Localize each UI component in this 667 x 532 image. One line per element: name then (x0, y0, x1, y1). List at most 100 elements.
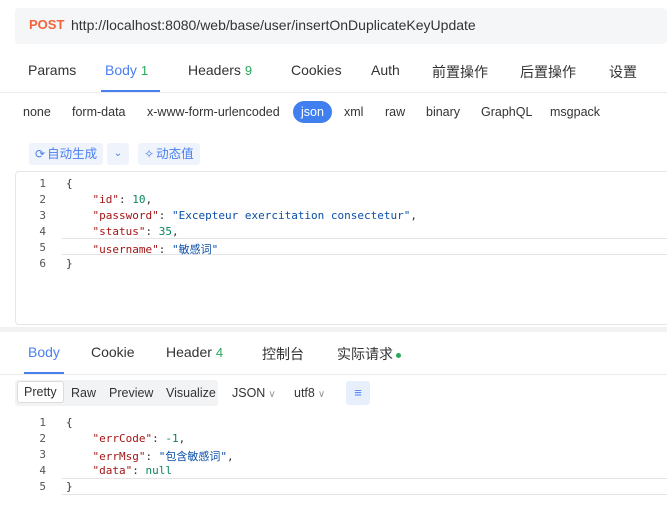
magic-wand-icon: ✧ (144, 147, 155, 161)
code-line: } (66, 480, 73, 493)
code-line: "errCode": -1, (92, 432, 186, 445)
auto-generate-label: 自动生成 (47, 147, 98, 161)
line-number: 3 (39, 209, 46, 222)
response-tabs-divider (0, 374, 667, 375)
chevron-down-icon: ∨ (268, 389, 276, 400)
body-type-raw[interactable]: raw (385, 105, 405, 119)
brace: } (66, 257, 73, 270)
line-number: 4 (39, 464, 46, 477)
json-value: 35 (158, 225, 172, 238)
body-type-form-data[interactable]: form-data (72, 105, 126, 119)
body-type-none[interactable]: none (23, 105, 51, 119)
response-tab-body[interactable]: Body (28, 344, 60, 360)
json-key: "password" (92, 209, 159, 222)
wrap-lines-icon: ≡ (354, 385, 362, 400)
chevron-down-icon: ∨ (317, 389, 326, 400)
code-line: "username": "敏感词" (92, 243, 219, 256)
tab-headers-label: Headers (188, 62, 241, 78)
tab-auth-label: Auth (371, 62, 400, 78)
auto-generate-dropdown[interactable]: ⌄ (107, 143, 129, 165)
refresh-icon: ⟳ (35, 147, 46, 161)
line-number: 5 (39, 241, 46, 254)
line-number: 3 (39, 448, 46, 461)
response-tab-cookie[interactable]: Cookie (91, 344, 135, 360)
tab-body-count: 1 (140, 63, 149, 78)
line-number: 4 (39, 225, 46, 238)
view-visualize[interactable]: Visualize (166, 386, 216, 400)
code-line: { (66, 416, 73, 429)
line-number: 1 (39, 177, 46, 190)
auto-generate-button[interactable]: ⟳ 自动生成 (29, 143, 104, 165)
body-type-json[interactable]: json (293, 101, 332, 123)
chevron-down-icon: ⌄ (113, 148, 123, 159)
tab-params-label: Params (28, 62, 77, 78)
view-raw[interactable]: Raw (71, 386, 96, 400)
encoding-select[interactable]: utf8 ∨ (294, 386, 325, 400)
brace: { (66, 177, 73, 190)
tab-headers[interactable]: Headers 9 (188, 62, 252, 78)
json-value: 10 (132, 193, 146, 206)
pane-resize-handle[interactable] (0, 327, 667, 332)
json-value: "Excepteur exercitation consectetur" (171, 209, 411, 222)
tab-body-label: Body (105, 62, 137, 78)
line-number: 2 (39, 432, 46, 445)
json-key: "errMsg" (92, 450, 146, 463)
json-value: null (145, 464, 173, 477)
url-input[interactable]: http://localhost:8080/web/base/user/inse… (71, 17, 476, 33)
view-pretty[interactable]: Pretty (17, 381, 64, 403)
brace: { (66, 416, 73, 429)
tab-body[interactable]: Body 1 (105, 62, 148, 78)
http-method[interactable]: POST (29, 17, 64, 32)
json-value: "包含敏感词" (158, 450, 227, 463)
code-line: "errMsg": "包含敏感词", (92, 450, 234, 463)
body-type-xml[interactable]: xml (344, 105, 363, 119)
code-line: "id": 10, (92, 193, 153, 206)
code-line: { (66, 177, 73, 190)
tab-cookies-label: Cookies (291, 62, 342, 78)
status-dot-icon (396, 352, 401, 358)
body-type-msgpack[interactable]: msgpack (550, 105, 600, 119)
body-type-graphql[interactable]: GraphQL (481, 105, 532, 119)
line-number: 2 (39, 193, 46, 206)
response-tab-header-label: Header (166, 344, 212, 360)
line-number: 5 (39, 480, 46, 493)
json-key: "username" (92, 243, 159, 256)
tab-post-operation[interactable]: 后置操作 (520, 62, 576, 82)
json-key: "status" (92, 225, 146, 238)
dynamic-value-button[interactable]: ✧ 动态值 (138, 143, 200, 165)
json-key: "data" (92, 464, 133, 477)
response-tab-header-count: 4 (215, 345, 224, 360)
response-tab-actual-request-label: 实际请求 (337, 346, 393, 362)
current-line-highlight (62, 478, 667, 495)
response-tab-actual-request[interactable]: 实际请求 (337, 344, 401, 364)
tab-headers-count: 9 (244, 63, 253, 78)
tab-cookies[interactable]: Cookies (291, 62, 342, 78)
view-preview[interactable]: Preview (109, 386, 153, 400)
line-number: 1 (39, 416, 46, 429)
format-select-value: JSON (232, 386, 266, 400)
code-line: "status": 35, (92, 225, 179, 238)
code-line: } (66, 257, 73, 270)
brace: } (66, 480, 73, 493)
body-type-binary[interactable]: binary (426, 105, 460, 119)
tab-post-operation-label: 后置操作 (520, 64, 576, 80)
dynamic-value-label: 动态值 (156, 147, 194, 161)
tab-params[interactable]: Params (28, 62, 76, 78)
tab-settings-label: 设置 (609, 64, 637, 80)
tab-pre-operation[interactable]: 前置操作 (432, 62, 488, 82)
line-number: 6 (39, 257, 46, 270)
format-select[interactable]: JSON ∨ (232, 386, 276, 400)
code-line: "password": "Excepteur exercitation cons… (92, 209, 418, 222)
wrap-lines-button[interactable]: ≡ (346, 381, 370, 405)
json-key: "id" (92, 193, 120, 206)
body-type-urlencoded[interactable]: x-www-form-urlencoded (147, 105, 280, 119)
json-value: -1 (165, 432, 179, 445)
json-key: "errCode" (92, 432, 153, 445)
response-tab-console[interactable]: 控制台 (262, 344, 304, 364)
tab-pre-operation-label: 前置操作 (432, 64, 488, 80)
tab-settings[interactable]: 设置 (609, 62, 637, 82)
json-value: "敏感词" (171, 243, 219, 256)
tab-auth[interactable]: Auth (371, 62, 400, 78)
response-tab-header[interactable]: Header 4 (166, 344, 223, 360)
tabs-divider (0, 92, 667, 93)
